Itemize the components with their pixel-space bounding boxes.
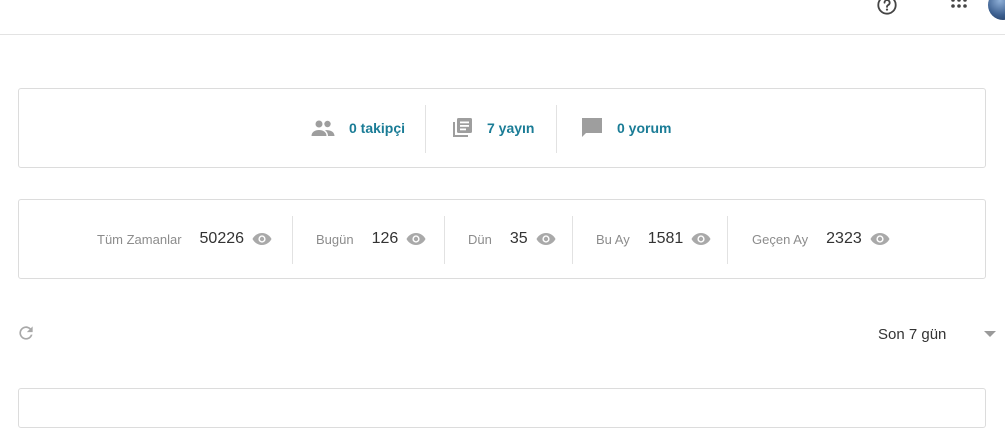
views-this-month: Bu Ay 1581: [596, 200, 711, 278]
eye-icon: [536, 233, 556, 245]
divider: [444, 216, 445, 264]
stat-label: Tüm Zamanlar: [97, 231, 182, 247]
divider: [727, 216, 728, 264]
stat-value: 1581: [647, 230, 684, 247]
stat-value: 2323: [826, 230, 862, 247]
top-bar: [0, 0, 1005, 35]
publications-stat[interactable]: 7 yayın: [451, 89, 534, 167]
chevron-down-icon: [984, 331, 996, 337]
comments-stat[interactable]: 0 yorum: [581, 89, 671, 167]
views-all-time: Tüm Zamanlar 50226: [97, 200, 272, 278]
views-yesterday: Dün 35: [468, 200, 556, 278]
views-today: Bugün 126: [316, 200, 426, 278]
followers-link[interactable]: 0 takipçi: [349, 120, 405, 136]
stat-value: 126: [371, 230, 399, 247]
comments-link[interactable]: 0 yorum: [617, 120, 671, 136]
eye-icon: [691, 233, 711, 245]
date-range-select[interactable]: Son 7 gün: [878, 322, 1005, 346]
library-books-icon: [453, 118, 472, 137]
stat-label: Dün: [468, 231, 492, 247]
view-stats-card: Tüm Zamanlar 50226 Bugün 126 Dün 35 Bu A…: [18, 199, 986, 279]
eye-icon: [406, 233, 426, 245]
views-last-month: Geçen Ay 2323: [752, 200, 890, 278]
stat-label: Bugün: [316, 231, 354, 247]
chart-card: [18, 388, 986, 428]
stat-value: 50226: [199, 230, 245, 247]
stat-label: Geçen Ay: [752, 231, 809, 247]
stat-value: 35: [509, 230, 528, 247]
divider: [556, 105, 557, 153]
eye-icon: [252, 233, 272, 245]
date-range-value: Son 7 gün: [878, 325, 947, 343]
eye-icon: [870, 233, 890, 245]
apps-grid-icon[interactable]: [949, 0, 969, 16]
comment-icon: [582, 118, 602, 137]
divider: [425, 105, 426, 153]
divider: [292, 216, 293, 264]
followers-stat[interactable]: 0 takipçi: [311, 89, 405, 167]
help-circle-icon[interactable]: [876, 0, 898, 16]
social-stats-card: 0 takipçi 7 yayın 0 yorum: [18, 88, 986, 168]
publications-link[interactable]: 7 yayın: [487, 120, 534, 136]
stat-label: Bu Ay: [596, 231, 630, 247]
people-icon: [311, 120, 335, 136]
avatar[interactable]: [988, 0, 1005, 20]
refresh-icon[interactable]: [16, 323, 36, 343]
divider: [572, 216, 573, 264]
